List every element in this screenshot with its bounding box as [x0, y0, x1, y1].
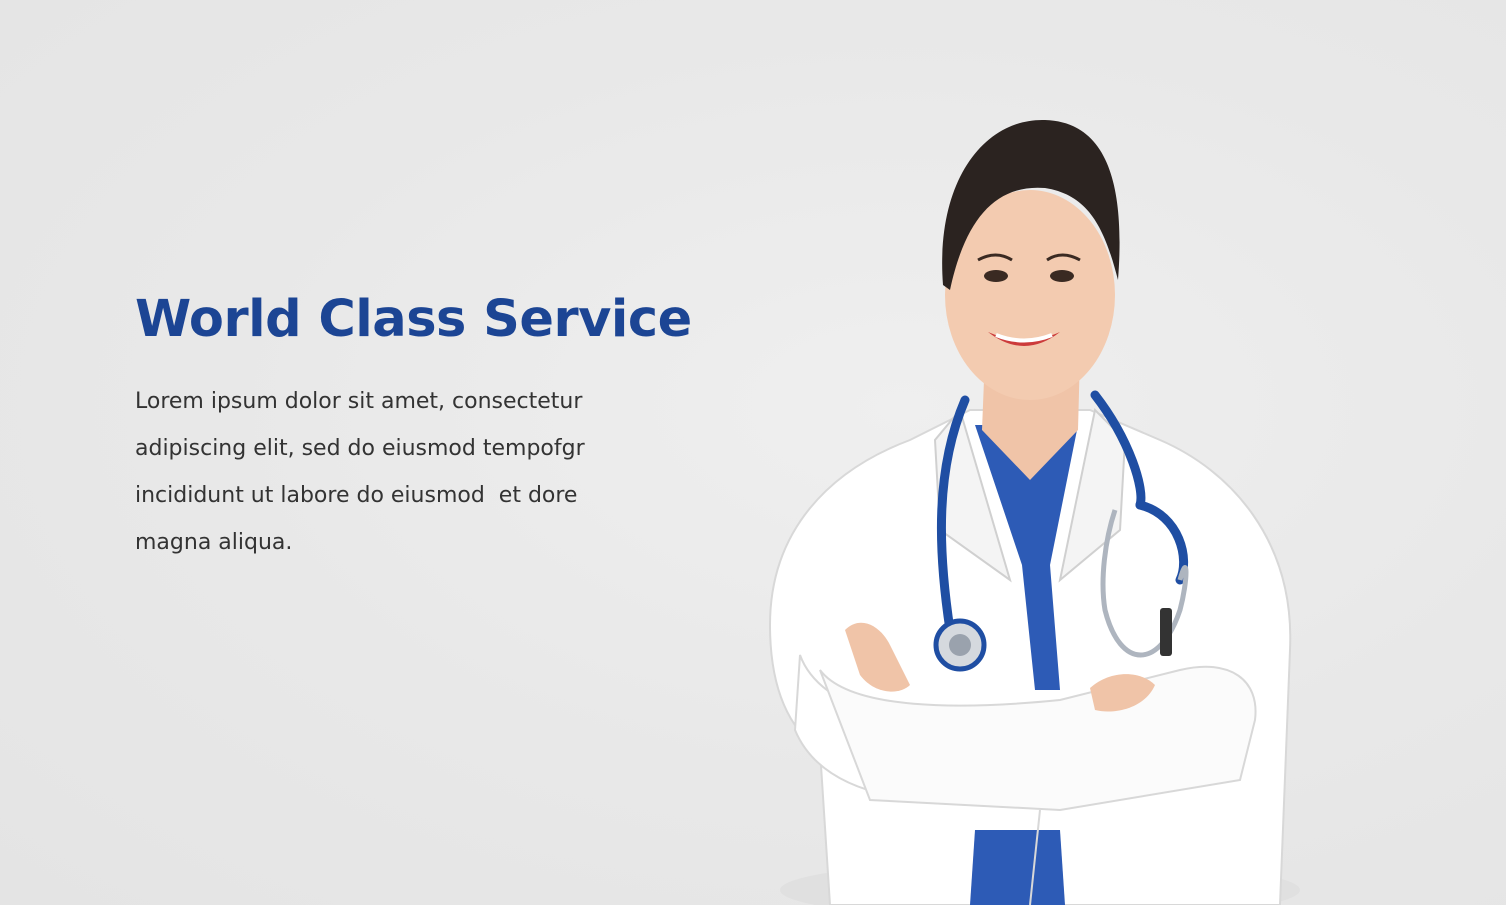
doctor-photo — [768, 119, 1300, 905]
hero-description-line: adipiscing elit, sed do eiusmod tempofgr — [135, 436, 585, 461]
hero-description: Lorem ipsum dolor sit amet, consectetur … — [135, 378, 675, 566]
hero-description-line: magna aliqua. — [135, 530, 293, 555]
hero-headline: World Class Service — [135, 290, 692, 349]
hero-description-line: Lorem ipsum dolor sit amet, consectetur — [135, 389, 583, 414]
hero-section: World Class Service Lorem ipsum dolor si… — [0, 0, 1506, 905]
hero-description-line: incididunt ut labore do eiusmod et dore — [135, 483, 578, 508]
hero-text-block: World Class Service Lorem ipsum dolor si… — [135, 288, 735, 566]
